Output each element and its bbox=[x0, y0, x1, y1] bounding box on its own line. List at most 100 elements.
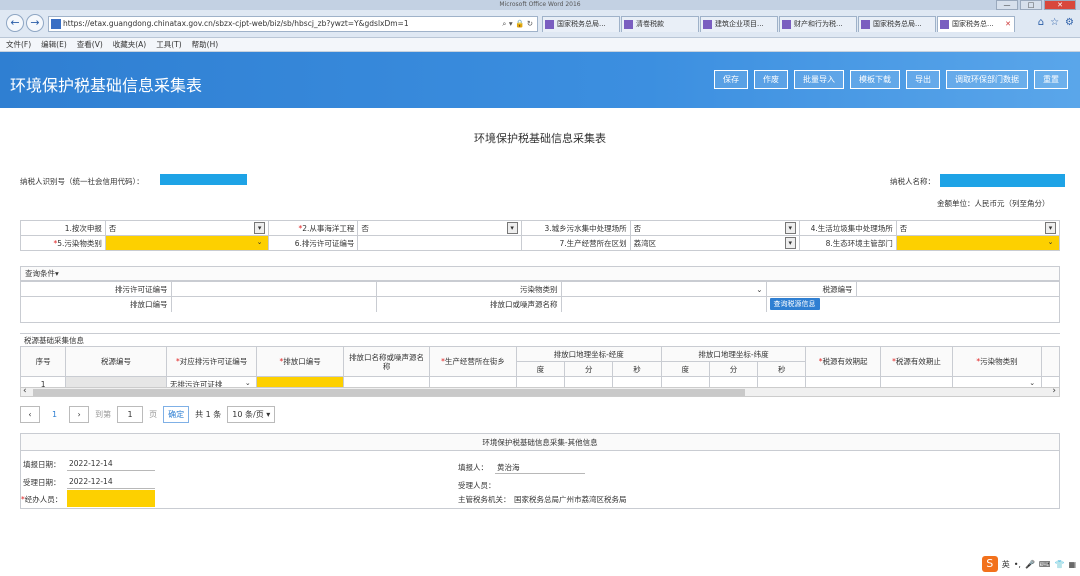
query-permit-input[interactable] bbox=[170, 281, 377, 297]
header-action-button[interactable]: 导出 bbox=[906, 70, 940, 89]
taxpayer-name-value bbox=[940, 174, 1065, 187]
keyboard-icon[interactable]: ⌨ bbox=[1039, 560, 1051, 569]
scrollbar-thumb[interactable] bbox=[33, 389, 745, 396]
close-tab-icon[interactable]: ✕ bbox=[1005, 17, 1011, 32]
browser-tab[interactable]: 建筑企业项目... bbox=[700, 16, 778, 32]
accept-date-value[interactable]: 2022-12-14 bbox=[69, 477, 113, 486]
ime-language[interactable]: 英 bbox=[1002, 559, 1010, 570]
scroll-left-icon[interactable]: ‹ bbox=[23, 386, 27, 396]
menu-item[interactable]: 查看(V) bbox=[77, 38, 103, 51]
page-number[interactable]: 1 bbox=[46, 410, 63, 419]
next-page-button[interactable]: › bbox=[69, 406, 90, 423]
punctuation-icon[interactable]: •, bbox=[1014, 560, 1021, 569]
authority-label: 主管税务机关： bbox=[458, 495, 511, 504]
forward-button[interactable]: → bbox=[26, 14, 44, 32]
currency-unit-label: 金额单位：人民币元（列至角分） bbox=[937, 199, 1050, 208]
query-outlet-input[interactable] bbox=[170, 296, 377, 312]
permit-number-input[interactable] bbox=[357, 235, 522, 251]
header-action-button[interactable]: 批量导入 bbox=[794, 70, 844, 89]
tab-favicon-icon bbox=[861, 20, 870, 29]
ocean-project-select[interactable]: 否 ▾ bbox=[357, 220, 522, 236]
tab-favicon-icon bbox=[624, 20, 633, 29]
browser-tab[interactable]: 国家税务总... ✕ bbox=[937, 16, 1015, 32]
grid-horizontal-scrollbar[interactable]: ‹ › bbox=[20, 386, 1060, 397]
filler-label: 填报人： bbox=[458, 463, 488, 472]
browser-tab[interactable]: 财产和行为税... bbox=[779, 16, 857, 32]
goto-page-input[interactable]: 1 bbox=[117, 406, 144, 423]
menu-item[interactable]: 编辑(E) bbox=[41, 38, 67, 51]
grid-subheader: 度 bbox=[515, 361, 566, 377]
garbage-site-select[interactable]: 否 ▾ bbox=[895, 220, 1061, 236]
taxpayer-id-label: 纳税人识别号（统一社会信用代码）： bbox=[20, 177, 144, 186]
browser-navbar: ← → https://etax.guangdong.chinatax.gov.… bbox=[0, 10, 1080, 38]
agent-label: *经办人员： bbox=[21, 495, 63, 504]
header-action-button[interactable]: 重置 bbox=[1034, 70, 1068, 89]
query-taxsrc-input[interactable] bbox=[855, 281, 1059, 297]
microphone-icon[interactable]: 🎤 bbox=[1025, 560, 1035, 569]
taxsource-grid: 序号 税源编号 *对应排污许可证编号 *排放口编号 排放口名称或噪声源名称 *生… bbox=[19, 346, 1061, 392]
window-titlebar: Microsoft Office Word 2016 — □ ✕ bbox=[0, 0, 1080, 10]
acceptor-label: 受理人员： bbox=[458, 481, 496, 490]
other-info-title: 环境保护税基础信息采集-其他信息 bbox=[21, 434, 1059, 451]
query-taxsource-button[interactable]: 查询税源信息 bbox=[769, 298, 820, 311]
browser-tab-label: 国家税务总... bbox=[952, 20, 994, 28]
grid-header: *税源有效期止 bbox=[879, 346, 954, 377]
close-window-button[interactable]: ✕ bbox=[1044, 0, 1076, 10]
menu-item[interactable]: 工具(T) bbox=[156, 38, 181, 51]
other-info-panel: 环境保护税基础信息采集-其他信息 填报日期： 2022-12-14 受理日期： … bbox=[20, 433, 1060, 509]
home-icon[interactable]: ⌂ bbox=[1038, 17, 1044, 28]
page-size-select[interactable]: 10 条/页 ▾ bbox=[227, 406, 276, 423]
confirm-page-button[interactable]: 确定 bbox=[163, 406, 190, 423]
prev-page-button[interactable]: ‹ bbox=[20, 406, 40, 423]
menu-item[interactable]: 帮助(H) bbox=[192, 38, 219, 51]
grid-subheader: 秒 bbox=[757, 361, 807, 377]
menu-item[interactable]: 文件(F) bbox=[6, 38, 31, 51]
query-label: 排放口编号 bbox=[21, 296, 172, 312]
grid-header: *排放口编号 bbox=[256, 346, 344, 377]
settings-gear-icon[interactable]: ⚙ bbox=[1065, 17, 1074, 28]
header-action-button[interactable]: 调取环保部门数据 bbox=[946, 70, 1028, 89]
header-action-button[interactable]: 保存 bbox=[714, 70, 748, 89]
query-pollutant-select[interactable]: ⌄ bbox=[560, 281, 767, 297]
goto-label: 到第 bbox=[95, 410, 112, 419]
menu-item[interactable]: 收藏夹(A) bbox=[113, 38, 146, 51]
query-toggle[interactable]: 查询条件▾ bbox=[21, 267, 1059, 281]
page-header: 环境保护税基础信息采集表 保存 作废 批量导入 模板下载 导出 调取环保部门数据 重置 bbox=[0, 52, 1080, 108]
agent-input[interactable] bbox=[67, 490, 155, 507]
filler-underline bbox=[495, 473, 585, 474]
accept-date-underline bbox=[67, 488, 155, 489]
favorites-star-icon[interactable]: ☆ bbox=[1050, 17, 1059, 28]
skin-icon[interactable]: 👕 bbox=[1054, 560, 1064, 569]
grid-header: 排放口地理坐标-纬度 bbox=[660, 346, 807, 362]
maximize-button[interactable]: □ bbox=[1020, 0, 1042, 10]
browser-tab[interactable]: 清卷税款 bbox=[621, 16, 699, 32]
sogou-icon[interactable]: S bbox=[981, 556, 998, 572]
pagination: ‹ 1 › 到第 1 页 确定 共 1 条 10 条/页 ▾ bbox=[20, 406, 276, 423]
sewage-site-select[interactable]: 否 ▾ bbox=[629, 220, 800, 236]
query-label: 污染物类别 bbox=[375, 281, 562, 297]
search-refresh-icon[interactable]: ⌕ ▾ 🔒 ↻ bbox=[502, 17, 533, 31]
site-favicon-icon bbox=[51, 19, 61, 29]
total-count: 共 1 条 bbox=[195, 410, 222, 419]
query-label: 排放口或噪声源名称 bbox=[375, 296, 562, 312]
by-time-select[interactable]: 否 ▾ bbox=[104, 220, 270, 236]
grid-section-title: 税源基础采集信息 bbox=[20, 333, 1060, 346]
header-action-button[interactable]: 作废 bbox=[754, 70, 788, 89]
address-bar[interactable]: https://etax.guangdong.chinatax.gov.cn/s… bbox=[48, 16, 538, 32]
scroll-right-icon[interactable]: › bbox=[1052, 386, 1056, 396]
tab-favicon-icon bbox=[703, 20, 712, 29]
back-button[interactable]: ← bbox=[6, 14, 24, 32]
eco-department-select[interactable]: ⌄ bbox=[895, 235, 1061, 251]
authority-value: 国家税务总局广州市荔湾区税务局 bbox=[514, 495, 627, 504]
form-label: 7.生产经营所在区划 bbox=[520, 235, 631, 251]
query-outlet-name-input[interactable] bbox=[560, 296, 767, 312]
fill-date-value[interactable]: 2022-12-14 bbox=[69, 459, 113, 468]
toolbox-icon[interactable]: ▦ bbox=[1068, 560, 1076, 569]
district-select[interactable]: 荔湾区 ▾ bbox=[629, 235, 800, 251]
query-label: 排污许可证编号 bbox=[21, 281, 172, 297]
header-action-button[interactable]: 模板下载 bbox=[850, 70, 900, 89]
minimize-button[interactable]: — bbox=[996, 0, 1018, 10]
browser-tab[interactable]: 国家税务总局... bbox=[858, 16, 936, 32]
browser-tab[interactable]: 国家税务总局... bbox=[542, 16, 620, 32]
pollutant-type-select[interactable]: ⌄ bbox=[104, 235, 270, 251]
